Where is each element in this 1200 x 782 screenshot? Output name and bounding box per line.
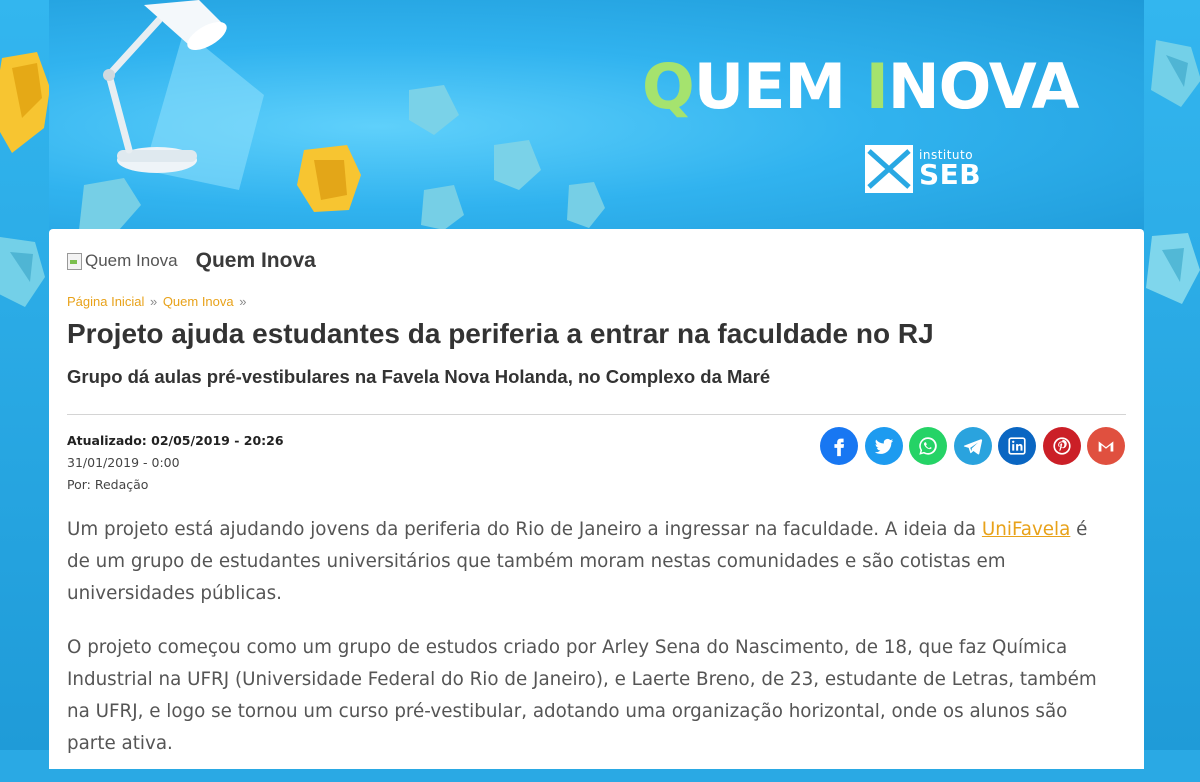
author-byline: Por: Redação [67, 477, 149, 492]
updated-timestamp: Atualizado: 02/05/2019 - 20:26 [67, 433, 284, 448]
paper-ball-blue [0, 237, 45, 307]
gmail-icon [1098, 441, 1114, 452]
facebook-share-button[interactable] [820, 427, 858, 465]
header-banner: QUEM INOVA instituto SEB [49, 0, 1144, 230]
paper-ball-yellow [0, 52, 50, 153]
whatsapp-share-button[interactable] [909, 427, 947, 465]
article-headline: Projeto ajuda estudantes da periferia a … [67, 318, 934, 349]
linkedin-icon [1008, 437, 1026, 455]
gmail-share-button[interactable] [1087, 427, 1125, 465]
twitter-share-button[interactable] [864, 427, 903, 465]
telegram-share-button[interactable] [953, 427, 992, 465]
linkedin-share-button[interactable] [998, 427, 1036, 465]
seb-mark-icon [865, 145, 913, 193]
article-meta: Atualizado: 02/05/2019 - 20:26 31/01/201… [67, 430, 284, 496]
left-background [0, 0, 50, 750]
facebook-icon [834, 438, 845, 457]
paper-ball-blue [1146, 233, 1200, 304]
quem-inova-logo: QUEM INOVA [642, 50, 1079, 123]
article-paragraph: O projeto começou como um grupo de estud… [67, 637, 1097, 754]
telegram-icon [963, 439, 982, 455]
broken-image-icon [67, 252, 82, 270]
category-header: Quem Inova Quem Inova [67, 249, 316, 273]
category-image: Quem Inova [67, 251, 178, 271]
pinterest-share-button[interactable] [1042, 427, 1081, 465]
divider [67, 414, 1126, 415]
breadcrumb: Página Inicial » Quem Inova » [67, 294, 247, 309]
right-background [1144, 0, 1200, 750]
paper-ball-blue [1151, 40, 1200, 107]
category-title[interactable]: Quem Inova [196, 249, 316, 273]
breadcrumb-home-link[interactable]: Página Inicial [67, 294, 144, 309]
twitter-icon [874, 438, 893, 454]
published-timestamp: 31/01/2019 - 0:00 [67, 455, 180, 470]
pinterest-icon [1052, 437, 1071, 455]
article-subheadline: Grupo dá aulas pré-vestibulares na Favel… [67, 366, 771, 387]
breadcrumb-category-link[interactable]: Quem Inova [163, 294, 234, 309]
whatsapp-icon [919, 437, 937, 455]
article-card: Quem Inova Quem Inova Página Inicial » Q… [49, 229, 1144, 769]
article-body: Um projeto está ajudando jovens da perif… [67, 514, 1112, 782]
unifavela-link[interactable]: UniFavela [982, 519, 1070, 540]
desk-lamp-illustration [79, 0, 605, 230]
share-buttons [820, 427, 1125, 465]
instituto-seb-logo: instituto SEB [865, 145, 981, 193]
article-paragraph: Um projeto está ajudando jovens da perif… [67, 519, 1088, 604]
